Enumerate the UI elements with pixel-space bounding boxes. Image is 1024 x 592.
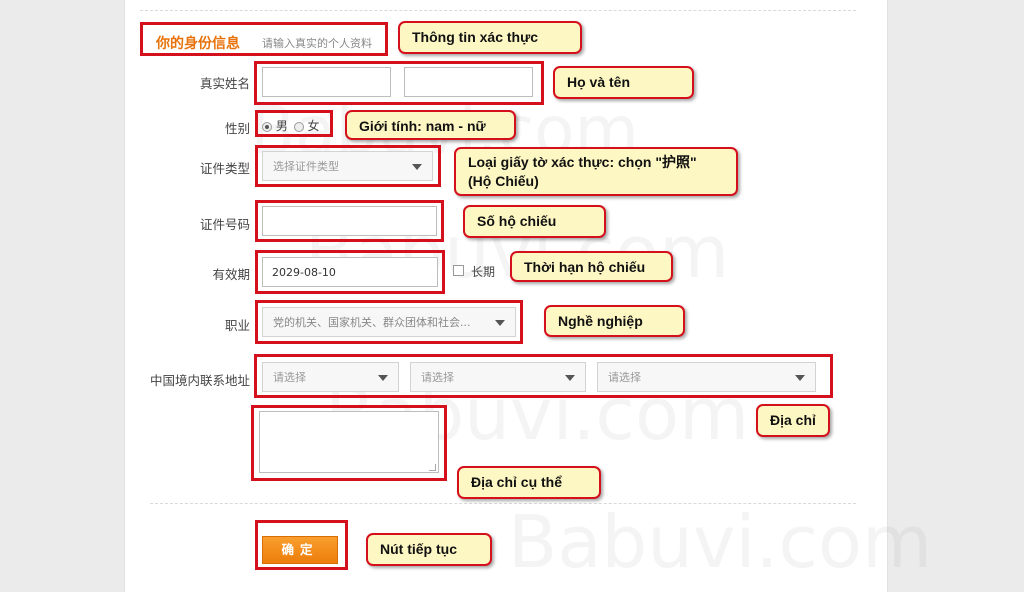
long-term-checkbox[interactable] [453, 265, 464, 276]
address-label: 中国境内联系地址 [149, 373, 250, 388]
note-continue-button: Nút tiếp tục [366, 533, 492, 566]
note-gender: Giới tính: nam - nữ [345, 110, 516, 140]
id-type-label: 证件类型 [199, 161, 250, 176]
long-term-label: 长期 [471, 265, 496, 279]
note-id-type-line1: Loại giấy tờ xác thực: chọn "护照" [468, 154, 697, 170]
id-number-label: 证件号码 [199, 217, 250, 232]
gender-label: 性别 [224, 121, 250, 136]
highlight-confirm [255, 520, 348, 570]
name-label: 真实姓名 [199, 76, 250, 91]
bottom-divider [150, 503, 856, 504]
highlight-address [254, 354, 833, 398]
highlight-id-number [255, 200, 444, 242]
note-passport-expiry: Thời hạn hộ chiếu [510, 251, 673, 282]
note-identity-info: Thông tin xác thực [398, 21, 582, 54]
highlight-occupation [255, 300, 523, 344]
note-full-name: Họ và tên [553, 66, 694, 99]
note-passport-number: Số hộ chiếu [463, 205, 606, 238]
validity-label: 有效期 [212, 267, 250, 282]
highlight-address-detail [251, 405, 447, 481]
highlight-validity [255, 250, 445, 294]
top-divider [140, 10, 856, 11]
highlight-id-type [255, 145, 441, 187]
highlight-gender [255, 110, 333, 137]
note-id-type: Loại giấy tờ xác thực: chọn "护照" (Hộ Chi… [454, 147, 738, 196]
note-address-detail: Địa chỉ cụ thể [457, 466, 601, 499]
note-occupation: Nghề nghiệp [544, 305, 685, 337]
highlight-identity-header [140, 22, 388, 56]
note-id-type-line2: (Hộ Chiếu) [468, 173, 539, 189]
highlight-name [254, 61, 544, 105]
note-address: Địa chỉ [756, 404, 830, 437]
occupation-label: 职业 [224, 318, 250, 333]
